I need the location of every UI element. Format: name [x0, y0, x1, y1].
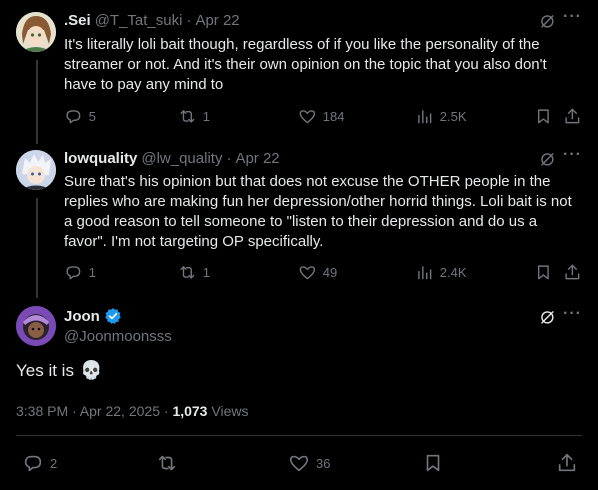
- bookmark-button[interactable]: [534, 263, 553, 287]
- reply-button[interactable]: 2: [22, 452, 57, 474]
- handle[interactable]: @T_Tat_suki: [95, 12, 183, 29]
- skull-emoji: 💀: [79, 360, 103, 380]
- repost-button[interactable]: 1: [178, 107, 210, 126]
- views-count: 1,073: [172, 403, 208, 419]
- handle[interactable]: @lw_quality: [141, 150, 222, 167]
- views-count: 2.5K: [439, 108, 467, 124]
- bookmark-icon: [537, 265, 549, 280]
- separator-dot: ·: [159, 403, 173, 419]
- reply-button[interactable]: 1: [64, 263, 96, 282]
- more-icon[interactable]: ···: [563, 146, 582, 164]
- separator-dot: ·: [226, 150, 232, 167]
- grok-icon[interactable]: [538, 12, 557, 36]
- heart-icon: [299, 110, 316, 124]
- bookmark-button[interactable]: [422, 452, 444, 474]
- post-text: Yes it is: [16, 360, 74, 380]
- thread-connector-line: [36, 60, 38, 144]
- repost-icon: [158, 455, 176, 471]
- handle[interactable]: @Joonmoonsss: [64, 328, 172, 345]
- avatar-image: [16, 12, 56, 52]
- reply-count: 5: [88, 108, 96, 124]
- share-icon: [558, 453, 576, 472]
- reply-icon: [66, 110, 81, 124]
- display-name[interactable]: .Sei: [64, 12, 91, 29]
- share-button[interactable]: [563, 263, 582, 287]
- avatar[interactable]: [16, 306, 56, 346]
- reply-count: 1: [88, 264, 96, 280]
- views-button[interactable]: 2.4K: [415, 263, 467, 282]
- repost-icon: [180, 110, 195, 123]
- bookmark-icon: [537, 109, 549, 124]
- display-name[interactable]: lowquality: [64, 150, 137, 167]
- repost-count: 1: [202, 264, 210, 280]
- analytics-icon: [418, 110, 432, 124]
- reply-icon: [66, 266, 81, 280]
- divider: [16, 435, 582, 436]
- like-button[interactable]: 36: [288, 452, 330, 474]
- analytics-icon: [418, 266, 432, 280]
- like-button[interactable]: 184: [298, 107, 344, 126]
- like-count: 36: [316, 455, 331, 471]
- more-icon[interactable]: ···: [563, 305, 582, 323]
- reply-count: 2: [50, 455, 58, 471]
- views-label: Views: [207, 403, 249, 419]
- repost-button[interactable]: 1: [178, 263, 210, 282]
- share-button[interactable]: [556, 452, 578, 474]
- avatar-image: [16, 150, 56, 190]
- views-button[interactable]: 2.5K: [415, 107, 467, 126]
- like-count: 184: [322, 108, 345, 124]
- share-icon: [565, 108, 580, 124]
- repost-icon: [180, 266, 195, 279]
- grok-icon[interactable]: [538, 150, 557, 174]
- post-text: Sure that's his opinion but that does no…: [64, 173, 572, 250]
- post-text: It's literally loli bait though, regardl…: [64, 36, 547, 93]
- separator-dot: ·: [186, 12, 192, 29]
- post-metadata: 3:38 PM · Apr 22, 2025 · 1,073 Views: [16, 403, 248, 419]
- bookmark-icon: [426, 454, 440, 472]
- views-count: 2.4K: [439, 264, 467, 280]
- repost-button[interactable]: [156, 452, 178, 474]
- avatar[interactable]: [16, 12, 56, 52]
- reply-button[interactable]: 5: [64, 107, 96, 126]
- share-icon: [565, 264, 580, 280]
- avatar[interactable]: [16, 150, 56, 190]
- heart-icon: [299, 266, 316, 280]
- grok-icon[interactable]: [538, 308, 557, 332]
- post-date[interactable]: Apr 22: [195, 12, 239, 29]
- reply-icon: [24, 455, 42, 472]
- thread-connector-line: [36, 198, 38, 298]
- post-date[interactable]: Apr 22: [235, 150, 279, 167]
- like-button[interactable]: 49: [298, 263, 337, 282]
- more-icon[interactable]: ···: [563, 8, 582, 26]
- verified-badge-icon: [105, 308, 121, 325]
- bookmark-button[interactable]: [534, 107, 553, 131]
- post-timestamp[interactable]: 3:38 PM · Apr 22, 2025: [16, 403, 160, 419]
- repost-count: 1: [202, 108, 210, 124]
- avatar-image: [16, 306, 56, 346]
- like-count: 49: [322, 264, 338, 280]
- display-name[interactable]: Joon: [64, 308, 100, 325]
- heart-icon: [289, 455, 309, 472]
- share-button[interactable]: [563, 107, 582, 131]
